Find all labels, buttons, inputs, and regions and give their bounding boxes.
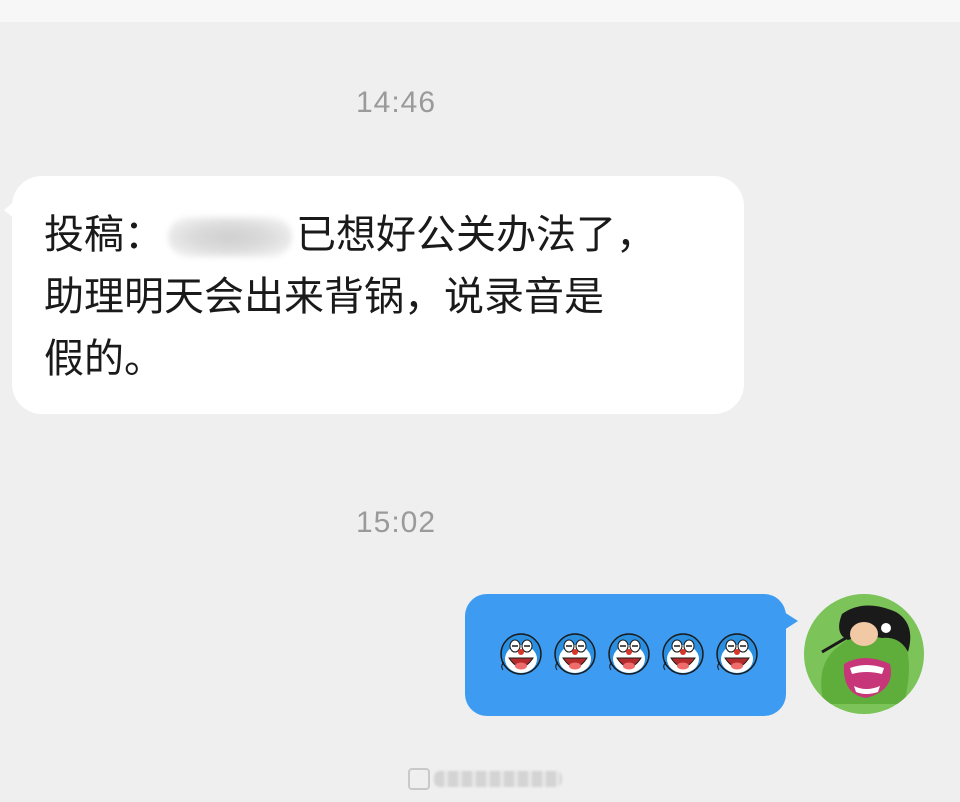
- bubble-tail: [784, 612, 798, 630]
- redacted-name-blur: [168, 217, 292, 257]
- watermark: [408, 764, 562, 794]
- watermark-blurred-text: [434, 771, 562, 787]
- bubble-tail: [4, 200, 16, 220]
- doraemon-laughing-icon: [661, 633, 704, 675]
- doraemon-laughing-icon: [607, 633, 650, 675]
- timestamp: 15:02: [355, 506, 437, 539]
- incoming-message-bubble[interactable]: 投稿： 已想好公关办法了， 助理明天会出来背锅，说录音是 假的。: [4, 176, 744, 414]
- outgoing-message-bubble[interactable]: [465, 594, 798, 716]
- timestamp: 14:46: [355, 86, 437, 119]
- doraemon-laughing-icon: [715, 633, 758, 675]
- cartoon-avatar-icon[interactable]: [804, 594, 924, 714]
- emoji-row: [498, 632, 760, 678]
- message-text: 投稿： 已想好公关办法了， 助理明天会出来背锅，说录音是 假的。: [44, 204, 720, 390]
- top-status-strip: [0, 0, 960, 22]
- platform-logo-icon: [408, 768, 430, 790]
- doraemon-laughing-icon: [553, 633, 596, 675]
- message-prefix: 投稿：: [44, 212, 164, 258]
- doraemon-laughing-icon: [499, 633, 542, 675]
